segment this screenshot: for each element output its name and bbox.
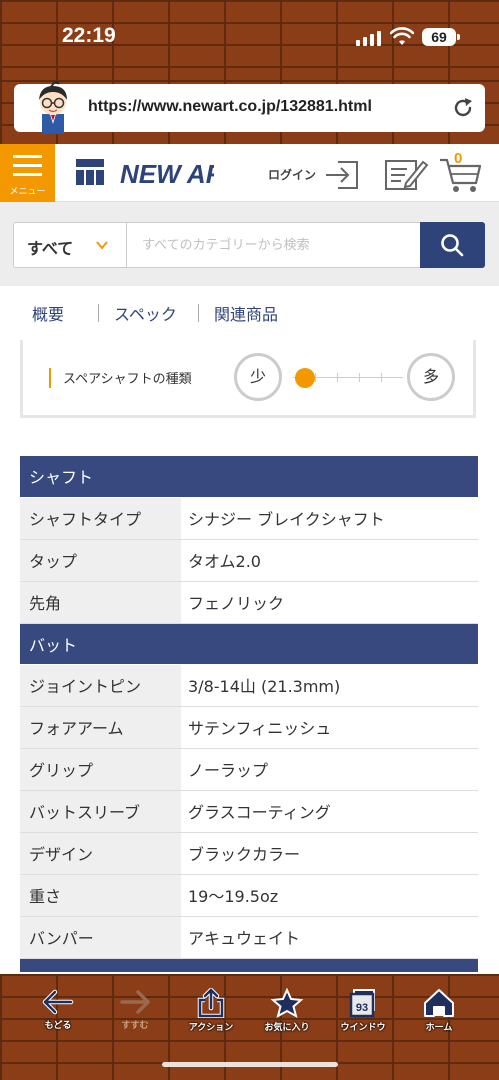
spare-shaft-label: スペアシャフトの種類 xyxy=(63,372,192,387)
home-icon xyxy=(424,989,454,1017)
home-label: ホーム xyxy=(425,1023,453,1033)
conan-avatar-icon xyxy=(39,81,67,134)
forward-label: すすむ xyxy=(121,1021,149,1031)
reload-icon[interactable] xyxy=(451,96,475,120)
arrow-right-icon xyxy=(120,990,150,1014)
min-label-circle: 少 xyxy=(234,353,282,401)
search-input[interactable] xyxy=(128,223,420,267)
table-row: デザイン ブラックカラー xyxy=(20,832,478,875)
spec-section-header-partial xyxy=(20,958,478,973)
table-row: バットスリーブ グラスコーティング xyxy=(20,790,478,833)
tab-overview[interactable]: 概要 xyxy=(32,301,64,325)
home-indicator xyxy=(162,1062,338,1067)
search-icon xyxy=(441,234,464,257)
action-label: アクション xyxy=(188,1023,234,1033)
tab-divider xyxy=(198,304,199,322)
window-button[interactable]: 93 ウインドウ xyxy=(333,988,393,1038)
wifi-icon xyxy=(390,27,414,45)
signal-icon xyxy=(356,30,381,46)
window-count: 93 xyxy=(356,1002,368,1014)
window-label: ウインドウ xyxy=(340,1023,386,1033)
arrow-left-icon xyxy=(42,989,74,1015)
url-bar[interactable]: https://www.newart.co.jp/132881.html xyxy=(14,81,485,134)
login-link[interactable]: ログイン xyxy=(268,166,316,183)
table-row: 重さ 19〜19.5oz xyxy=(20,874,478,917)
menu-label: メニュー xyxy=(9,187,46,197)
forward-button[interactable]: すすむ xyxy=(105,988,165,1038)
status-bar: 22:19 69 xyxy=(0,0,499,80)
chevron-down-icon xyxy=(96,241,108,250)
back-button[interactable]: もどる xyxy=(28,988,88,1038)
table-row: グリップ ノーラップ xyxy=(20,748,478,791)
svg-text:NEW ART: NEW ART xyxy=(120,159,214,188)
tab-bar: 概要 スペック 関連商品 xyxy=(0,286,499,338)
table-row: ジョイントピン 3/8-14山 (21.3mm) xyxy=(20,664,478,707)
battery-indicator: 69 xyxy=(422,28,460,46)
category-label: すべて xyxy=(27,239,74,258)
spec-section-header: バット xyxy=(20,623,478,665)
tab-related[interactable]: 関連商品 xyxy=(214,301,278,325)
login-icon[interactable] xyxy=(324,159,360,191)
favorites-label: お気に入り xyxy=(264,1023,310,1033)
spec-section-header: シャフト xyxy=(20,456,478,498)
memo-icon[interactable] xyxy=(383,156,429,192)
slider-knob xyxy=(295,368,315,388)
search-button[interactable] xyxy=(420,222,485,268)
spec-table: シャフト シャフトタイプ シナジー ブレイクシャフト タップ タオム2.0 先角 フェ… xyxy=(20,456,478,973)
table-row: タップ タオム2.0 xyxy=(20,539,478,582)
search-area: すべて xyxy=(0,202,499,286)
table-row: 先角 フェノリック xyxy=(20,581,478,624)
hamburger-icon xyxy=(13,155,42,182)
star-icon xyxy=(270,988,304,1018)
home-button[interactable]: ホーム xyxy=(409,988,469,1038)
menu-button[interactable]: メニュー xyxy=(0,144,55,202)
url-text: https://www.newart.co.jp/132881.html xyxy=(88,98,372,115)
back-label: もどる xyxy=(44,1021,72,1031)
accent-bar xyxy=(49,368,51,388)
search-box: すべて xyxy=(13,222,485,268)
site-header: メニュー NEW ART ログイン 0 xyxy=(0,144,499,202)
favorites-button[interactable]: お気に入り xyxy=(257,988,317,1038)
cart-count-badge: 0 xyxy=(454,150,463,167)
tab-spec[interactable]: スペック xyxy=(114,301,177,325)
table-row: シャフトタイプ シナジー ブレイクシャフト xyxy=(20,497,478,540)
newart-logo[interactable]: NEW ART xyxy=(74,156,214,188)
browser-toolbar: もどる すすむ アクション お気に入り 93 ウインドウ ホーム xyxy=(0,974,499,1080)
table-row: バンパー アキュウェイト xyxy=(20,916,478,959)
category-select[interactable]: すべて xyxy=(14,223,127,267)
status-time: 22:19 xyxy=(62,24,116,47)
windows-icon: 93 xyxy=(349,989,375,1018)
tab-divider xyxy=(98,304,99,322)
table-row: フォアアーム サテンフィニッシュ xyxy=(20,706,478,749)
max-label-circle: 多 xyxy=(407,353,455,401)
share-icon xyxy=(197,988,225,1018)
action-button[interactable]: アクション xyxy=(181,988,241,1038)
spare-shaft-card: スペアシャフトの種類 少 多 xyxy=(20,340,476,418)
browser-url-area: https://www.newart.co.jp/132881.html xyxy=(0,80,499,144)
